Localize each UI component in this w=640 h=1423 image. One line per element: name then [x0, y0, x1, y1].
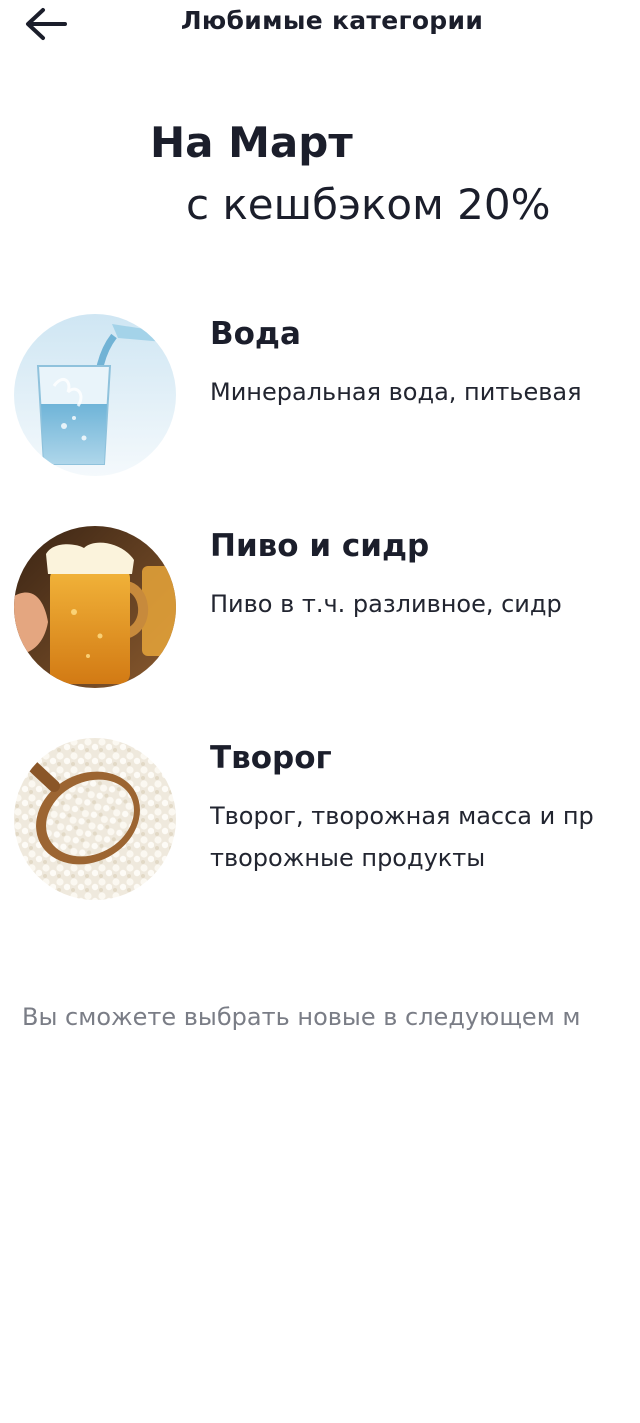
beer-mug-image	[14, 526, 176, 688]
page-title: Любимые категории	[180, 6, 484, 35]
category-title: Пиво и сидр	[210, 528, 430, 564]
category-description-line2: творожные продукты	[210, 844, 486, 872]
water-glass-image	[14, 314, 176, 476]
category-description: Минеральная вода, питьевая	[210, 378, 582, 406]
top-bar: Любимые категории	[0, 0, 640, 52]
category-item-beer[interactable]: Пиво и сидр Пиво в т.ч. разливное, сидр	[0, 526, 640, 696]
cottage-cheese-image	[14, 738, 176, 900]
category-title: Творог	[210, 740, 332, 776]
month-heading: На Март с кешбэком 20%	[0, 112, 640, 236]
next-month-note: Вы сможете выбрать новые в следующем м	[22, 1003, 581, 1031]
cashback-subtitle: с кешбэком 20%	[186, 180, 551, 229]
category-item-cottage-cheese[interactable]: Творог Творог, творожная масса и пр твор…	[0, 738, 640, 908]
category-title: Вода	[210, 316, 301, 352]
category-description: Пиво в т.ч. разливное, сидр	[210, 590, 562, 618]
category-item-water[interactable]: Вода Минеральная вода, питьевая	[0, 314, 640, 484]
month-title: На Март	[150, 118, 353, 167]
category-description: Творог, творожная масса и пр	[210, 802, 594, 830]
